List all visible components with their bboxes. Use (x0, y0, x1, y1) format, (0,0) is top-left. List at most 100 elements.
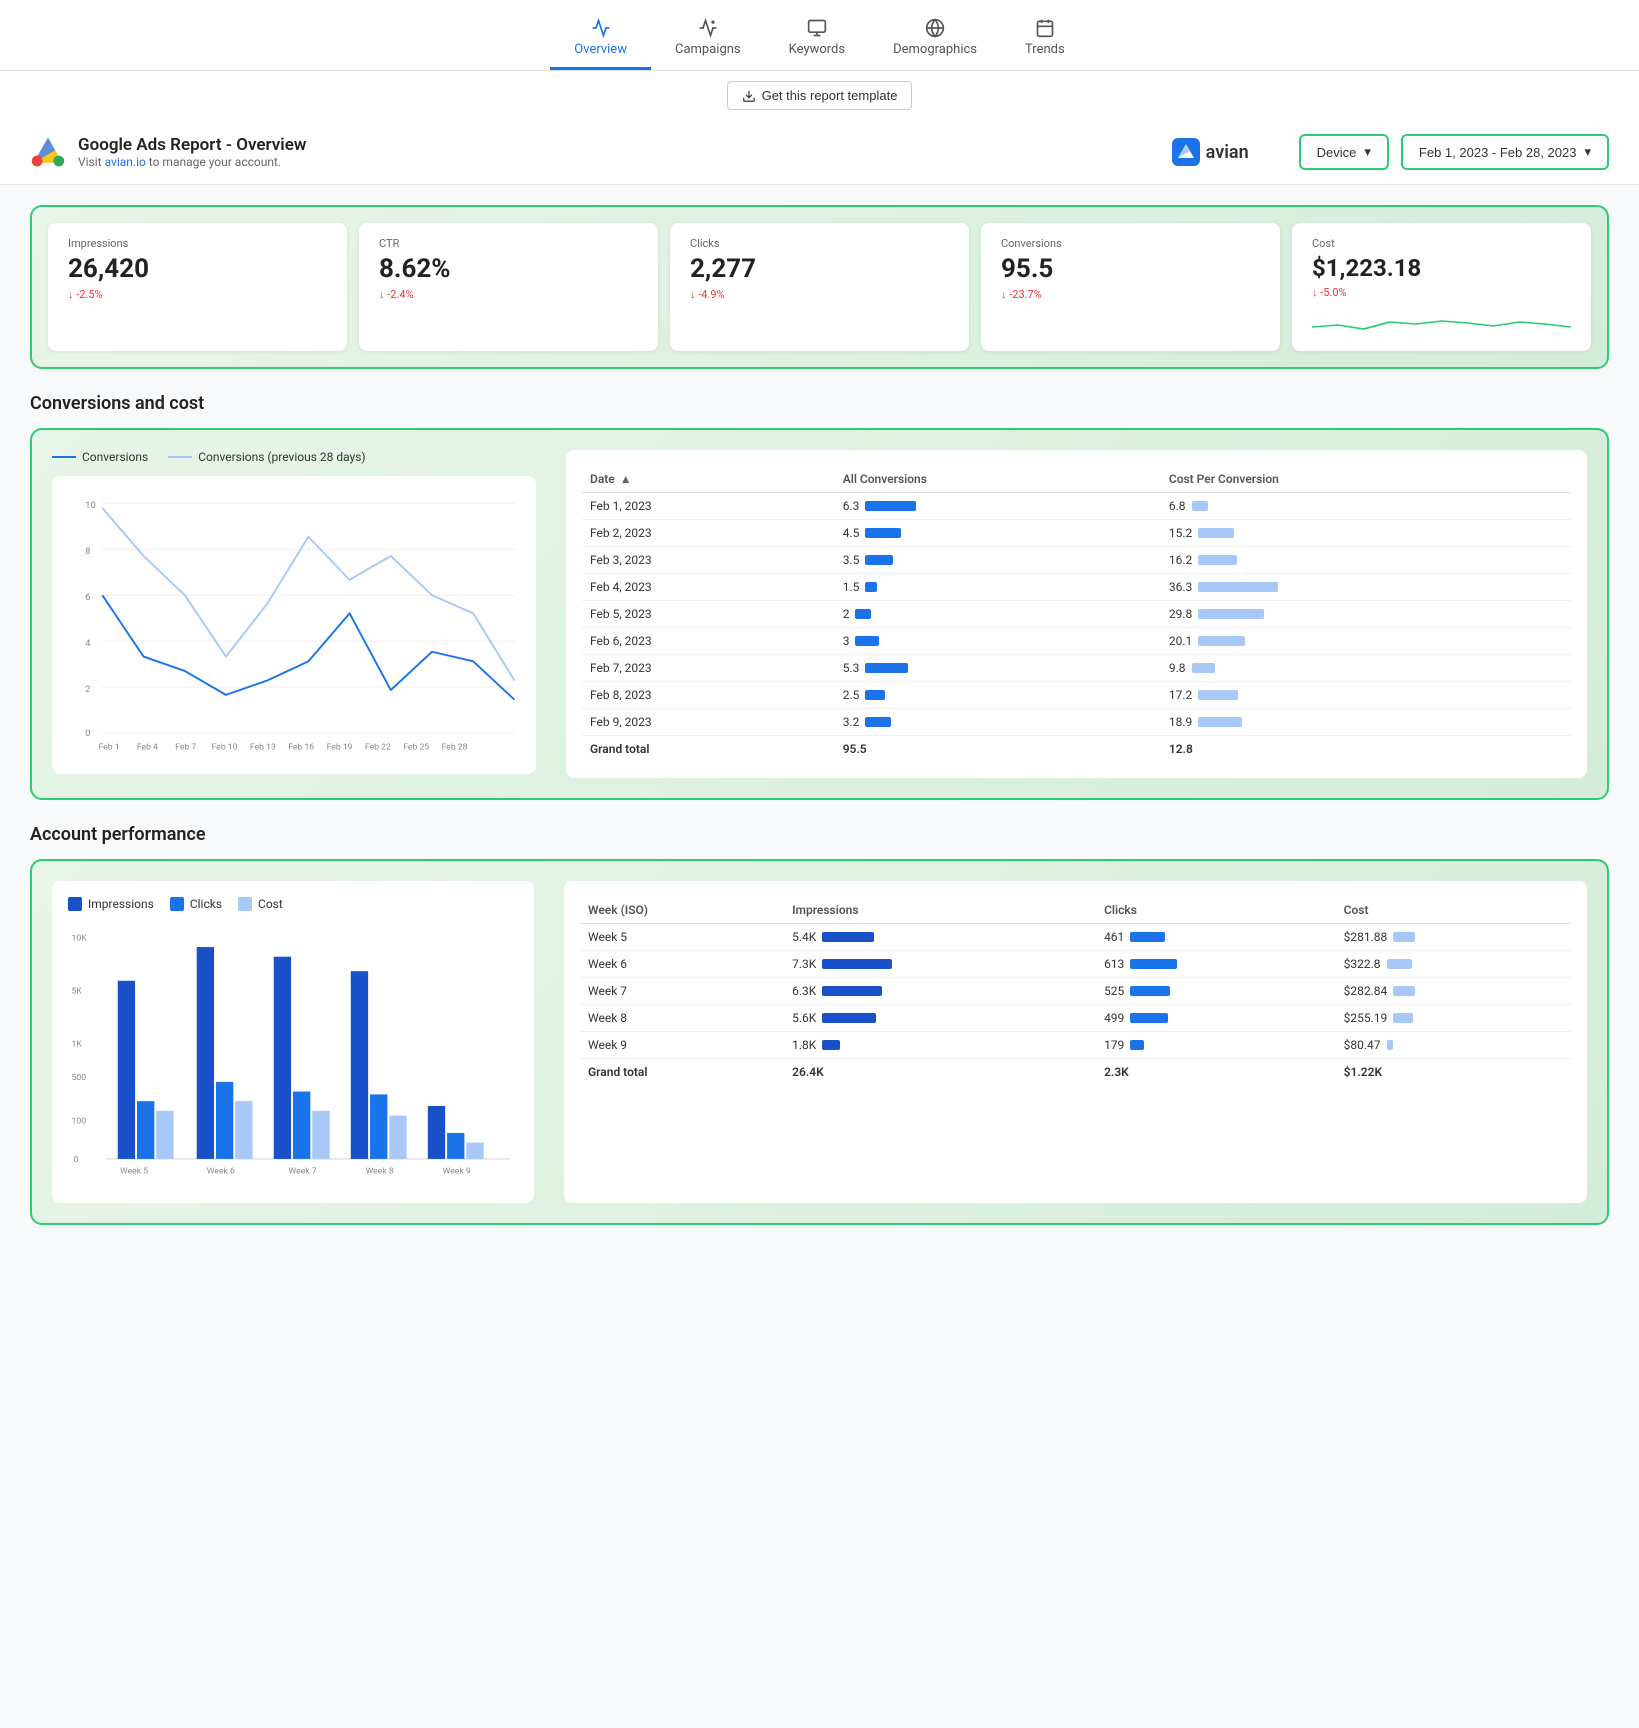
svg-text:Week 6: Week 6 (207, 1166, 235, 1176)
bar-chart-area: Impressions Clicks Cost 10K 5 (52, 881, 534, 1203)
nav-item-trends[interactable]: Trends (1001, 10, 1089, 70)
metric-impressions: Impressions 26,420 ↓ -2.5% (48, 223, 347, 351)
row-cost: $80.47 (1336, 1032, 1571, 1059)
row-cost-per-conv: 36.3 (1161, 574, 1571, 601)
svg-text:Week 8: Week 8 (366, 1166, 394, 1176)
svg-text:Feb 4: Feb 4 (137, 743, 158, 753)
svg-text:500: 500 (72, 1073, 87, 1083)
nav-item-campaigns[interactable]: Campaigns (651, 10, 765, 70)
legend-label-clicks: Clicks (190, 897, 222, 911)
table-row: Week 5 5.4K 461 $281.88 (580, 924, 1571, 951)
bar-w7-clicks (293, 1092, 310, 1159)
legend-label-cost: Cost (258, 897, 283, 911)
svg-text:Feb 25: Feb 25 (403, 743, 429, 753)
total-conversions: 95.5 (835, 736, 1161, 763)
col-clicks: Clicks (1096, 897, 1336, 924)
perf-total-label: Grand total (580, 1059, 784, 1086)
row-date: Feb 5, 2023 (582, 601, 835, 628)
table-row: Week 7 6.3K 525 $282.84 (580, 978, 1571, 1005)
row-clicks: 499 (1096, 1005, 1336, 1032)
legend-label-conversions: Conversions (82, 450, 148, 464)
svg-text:Feb 19: Feb 19 (327, 743, 353, 753)
row-date: Feb 9, 2023 (582, 709, 835, 736)
cost-mini-chart (1312, 307, 1571, 337)
conversions-table: Date ▲ All Conversions Cost Per Conversi… (582, 466, 1571, 762)
row-date: Feb 3, 2023 (582, 547, 835, 574)
performance-table-area: Week (ISO) Impressions Clicks Cost Week … (564, 881, 1587, 1203)
title-block: Google Ads Report - Overview Visit avian… (78, 135, 306, 169)
bar-chart-svg-wrap: 10K 5K 1K 500 100 0 (68, 923, 518, 1187)
logo-title-block: Google Ads Report - Overview Visit avian… (30, 134, 1122, 170)
nav-item-overview[interactable]: Overview (550, 10, 651, 70)
impressions-value: 26,420 (68, 254, 327, 284)
table-row: Feb 8, 2023 2.5 17.2 (582, 682, 1571, 709)
svg-text:10: 10 (85, 500, 96, 511)
avian-link[interactable]: avian.io (105, 155, 146, 169)
row-impressions: 7.3K (784, 951, 1096, 978)
perf-total-impressions: 26.4K (784, 1059, 1096, 1086)
bar-w6-cost (235, 1101, 252, 1159)
row-cost-per-conv: 17.2 (1161, 682, 1571, 709)
row-cost-per-conv: 20.1 (1161, 628, 1571, 655)
cost-legend-box (238, 897, 252, 911)
legend-line-light (168, 456, 192, 458)
svg-text:Week 5: Week 5 (120, 1166, 148, 1176)
device-dropdown[interactable]: Device ▾ (1299, 134, 1389, 170)
svg-text:Week 7: Week 7 (289, 1166, 317, 1176)
bar-w6-clicks (216, 1082, 233, 1159)
col-date[interactable]: Date ▲ (582, 466, 835, 493)
bar-w7-impressions (274, 957, 291, 1159)
row-week: Week 7 (580, 978, 784, 1005)
conversions-legend: Conversions Conversions (previous 28 day… (52, 450, 536, 464)
conversions-table-area: Date ▲ All Conversions Cost Per Conversi… (566, 450, 1587, 778)
row-clicks: 461 (1096, 924, 1336, 951)
cost-change: ↓ -5.0% (1312, 286, 1571, 299)
ctr-value: 8.62% (379, 254, 638, 284)
row-impressions: 5.4K (784, 924, 1096, 951)
nav-label-demographics: Demographics (893, 42, 977, 57)
table-row: Feb 5, 2023 2 29.8 (582, 601, 1571, 628)
row-clicks: 613 (1096, 951, 1336, 978)
nav-label-campaigns: Campaigns (675, 42, 741, 57)
bar-chart-svg: 10K 5K 1K 500 100 0 (68, 923, 518, 1183)
metric-cost: Cost $1,223.18 ↓ -5.0% (1292, 223, 1591, 351)
cost-value: $1,223.18 (1312, 254, 1571, 282)
date-range-dropdown[interactable]: Feb 1, 2023 - Feb 28, 2023 ▾ (1401, 134, 1609, 170)
legend-conversions: Conversions (52, 450, 148, 464)
metric-conversions: Conversions 95.5 ↓ -23.7% (981, 223, 1280, 351)
svg-text:Feb 28: Feb 28 (442, 743, 468, 753)
svg-text:Feb 22: Feb 22 (365, 743, 391, 753)
row-date: Feb 8, 2023 (582, 682, 835, 709)
avian-logo-block: avian (1172, 138, 1249, 166)
get-template-button[interactable]: Get this report template (727, 81, 913, 110)
svg-text:6: 6 (85, 592, 90, 603)
conversions-chart-area: Conversions Conversions (previous 28 day… (52, 450, 536, 778)
nav-item-demographics[interactable]: Demographics (869, 10, 1001, 70)
cost-label: Cost (1312, 237, 1571, 250)
svg-text:100: 100 (72, 1116, 87, 1126)
row-date: Feb 4, 2023 (582, 574, 835, 601)
row-conversions: 3 (835, 628, 1161, 655)
row-conversions: 5.3 (835, 655, 1161, 682)
row-impressions: 1.8K (784, 1032, 1096, 1059)
row-impressions: 5.6K (784, 1005, 1096, 1032)
nav-label-trends: Trends (1025, 42, 1065, 57)
performance-section: Impressions Clicks Cost 10K 5 (30, 859, 1609, 1225)
svg-text:5K: 5K (72, 986, 83, 996)
legend-label-prev: Conversions (previous 28 days) (198, 450, 365, 464)
clicks-value: 2,277 (690, 254, 949, 284)
performance-inner: Impressions Clicks Cost 10K 5 (52, 881, 1587, 1203)
col-impressions: Impressions (784, 897, 1096, 924)
metrics-row: Impressions 26,420 ↓ -2.5% CTR 8.62% ↓ -… (30, 205, 1609, 369)
bar-w5-impressions (118, 981, 135, 1159)
impressions-change: ↓ -2.5% (68, 288, 327, 301)
metric-ctr: CTR 8.62% ↓ -2.4% (359, 223, 658, 351)
demographics-icon (925, 18, 945, 38)
nav-item-keywords[interactable]: Keywords (765, 10, 869, 70)
row-clicks: 179 (1096, 1032, 1336, 1059)
line-chart-wrap: 10 8 6 4 2 0 (52, 476, 536, 774)
row-cost-per-conv: 16.2 (1161, 547, 1571, 574)
avian-icon (1172, 138, 1200, 166)
conversions-change: ↓ -23.7% (1001, 288, 1260, 301)
svg-text:2: 2 (85, 684, 91, 695)
